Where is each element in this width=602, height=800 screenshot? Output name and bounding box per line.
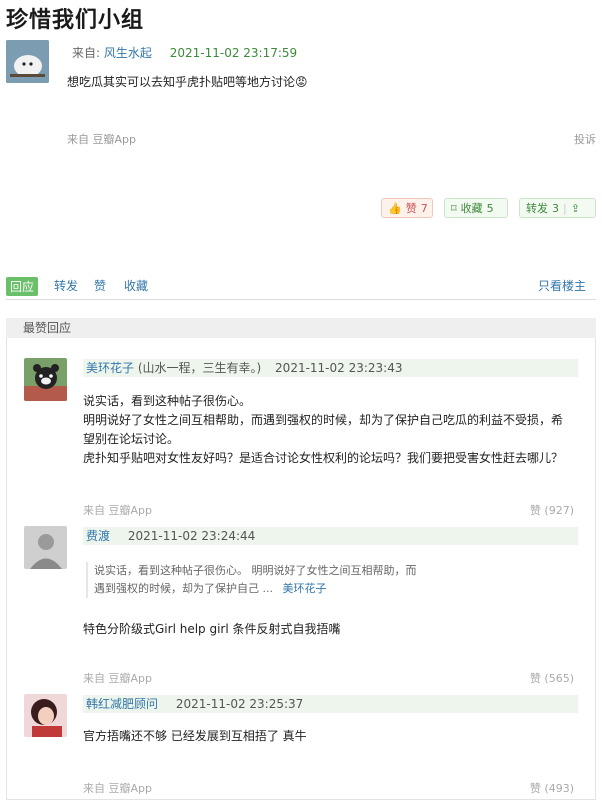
tab-collect[interactable]: 收藏 [124,277,148,294]
reply-header: 费渡 2021-11-02 23:24:44 [83,527,578,545]
reply-footer: 来自 豆瓣App 赞 (565) [83,670,578,686]
reply-footer: 来自 豆瓣App 赞 (493) [83,780,578,796]
share-label: 转发 [526,202,548,215]
post-author-link[interactable]: 风生水起 [104,46,152,60]
reply-line: 望别在论坛讨论。 [83,432,180,446]
reply-avatar[interactable] [24,358,67,401]
quoted-reply: 说实话，看到这种帖子很伤心。 明明说好了女性之间互相帮助，而 遇到强权的时候，却… [86,562,444,598]
reply-body: 官方捂嘴还不够 已经发展到互相捂了 真牛 [83,727,307,746]
quote-author-link[interactable]: 美环花子 [283,582,327,595]
post-body: 想吃瓜其实可以去知乎虎扑贴吧等地方讨论😡 [67,75,308,89]
post-meta: 来自: 风生水起 2021-11-02 23:17:59 [72,44,297,61]
reply-source: 来自 豆瓣App [83,672,152,685]
like-label: 赞 [405,202,417,215]
tab-repost[interactable]: 转发 [54,277,78,294]
tab-reply[interactable]: 回应 [6,277,39,296]
divider: | [563,201,567,215]
collect-button[interactable]: ⌑ 收藏 5 [444,198,508,218]
share-button[interactable]: 转发 3 | ⇪ [519,198,596,218]
collect-count: 5 [486,201,494,215]
quote-line: 遇到强权的时候，却为了保护自己 ... [94,582,273,595]
reply-avatar[interactable] [24,694,67,737]
reply-header: 韩红减肥顾问 2021-11-02 23:25:37 [83,695,578,713]
like-button[interactable]: 👍 赞 7 [381,198,433,218]
reply-line: 说实话，看到这种帖子很伤心。 [83,394,252,408]
reply-like-button[interactable]: 赞 (927) [530,502,574,518]
reply-source: 来自 豆瓣App [83,504,152,517]
reply-header: 美环花子 (山水一程，三生有幸。) 2021-11-02 23:23:43 [83,359,578,377]
reply-author-link[interactable]: 费渡 [86,529,110,543]
reply-body: 特色分阶级式Girl help girl 条件反射式自我捂嘴 [83,620,341,639]
page-title: 珍惜我们小组 [6,8,145,33]
illustrated-avatar-image [24,694,67,737]
only-op-link[interactable]: 只看楼主 [538,277,586,294]
reply-like-button[interactable]: 赞 (565) [530,670,574,686]
reply-avatar[interactable] [24,526,67,569]
share-count: 3 [552,201,559,215]
reply-signature: (山水一程，三生有幸。) [137,361,262,375]
reply-footer: 来自 豆瓣App 赞 (927) [83,502,578,518]
collect-label: 收藏 [460,202,483,215]
reply-line: 特色分阶级式Girl help girl 条件反射式自我捂嘴 [83,622,341,636]
reply-source: 来自 豆瓣App [83,782,152,795]
from-label: 来自: [72,46,101,60]
report-link[interactable]: 投诉 [574,131,596,147]
post-source: 来自 豆瓣App [67,133,136,146]
bookmark-icon: ⌑ [451,201,457,215]
reply-line: 官方捂嘴还不够 已经发展到互相捂了 真牛 [83,729,307,743]
post-datetime: 2021-11-02 23:17:59 [169,46,298,60]
reply-datetime: 2021-11-02 23:23:43 [275,361,403,375]
share-icon: ⇪ [570,201,580,215]
reply-author-link[interactable]: 韩红减肥顾问 [86,697,158,711]
like-count: 7 [420,201,428,215]
bird-avatar-image [6,40,49,83]
reply-like-button[interactable]: 赞 (493) [530,780,574,796]
reply-datetime: 2021-11-02 23:25:37 [175,697,304,711]
thumb-up-icon: 👍 [388,201,402,215]
tab-bar: 回应 转发 赞 收藏 只看楼主 [6,277,596,296]
bear-avatar-image [24,358,67,401]
author-avatar[interactable] [6,40,49,83]
reply-body: 说实话，看到这种帖子很伤心。 明明说好了女性之间互相帮助，而遇到强权的时候，却为… [83,392,563,468]
quote-line: 说实话，看到这种帖子很伤心。 明明说好了女性之间互相帮助，而 [94,564,417,577]
portrait-avatar-image [24,526,67,569]
tab-like[interactable]: 赞 [94,277,106,294]
reply-line: 虎扑知乎贴吧对女性友好吗？是适合讨论女性权利的论坛吗？我们要把受害女性赶去哪儿？ [83,451,564,465]
reply-author-link[interactable]: 美环花子 [86,361,134,375]
divider-line [6,299,596,300]
reply-line: 明明说好了女性之间互相帮助，而遇到强权的时候，却为了保护自己吃瓜的利益不受损，希 [83,413,564,427]
section-title: 最赞回应 [6,318,596,338]
reply-datetime: 2021-11-02 23:24:44 [127,529,256,543]
